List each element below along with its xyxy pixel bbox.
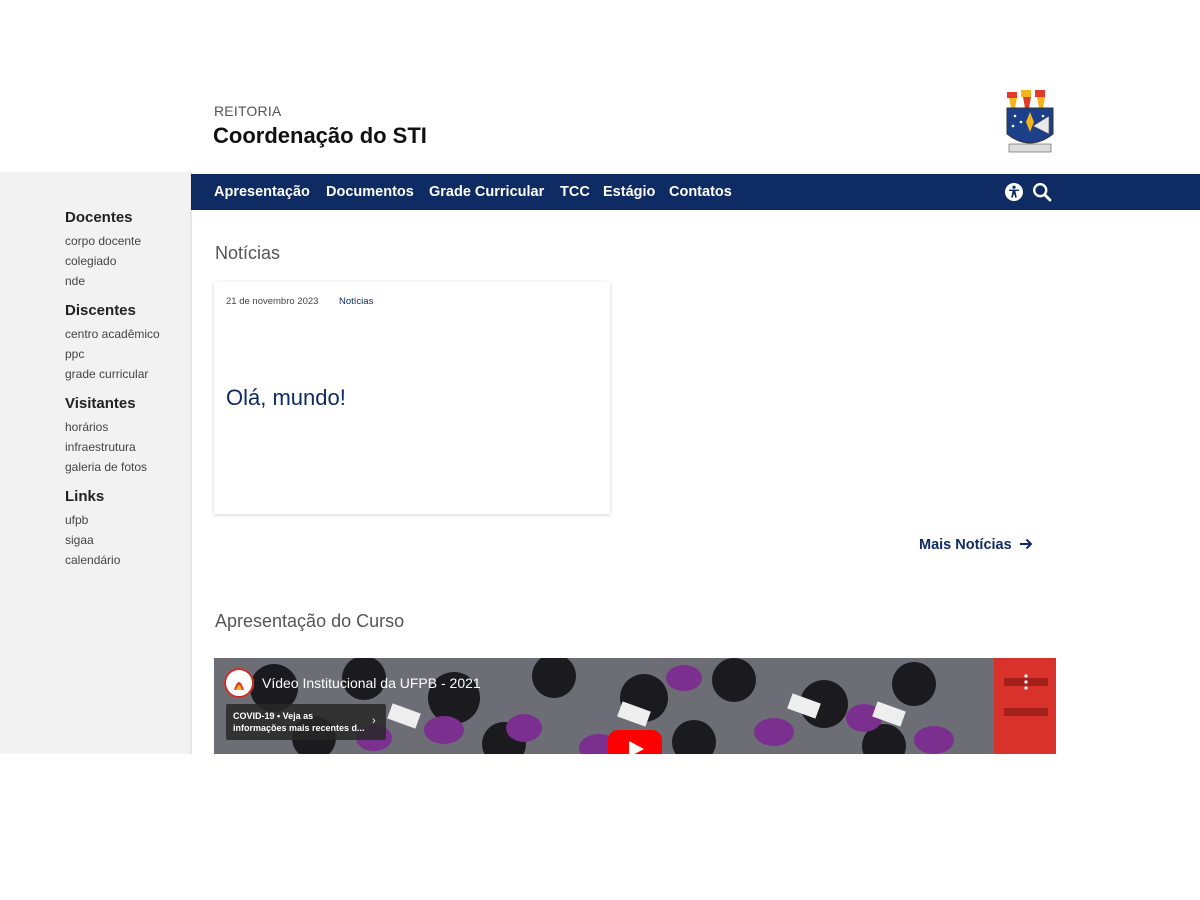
sidebar-link-calendario[interactable]: calendário	[65, 550, 120, 570]
covid-info-text: COVID-19 • Veja as informações mais rece…	[233, 710, 368, 734]
news-date: 21 de novembro 2023	[226, 296, 319, 307]
search-icon[interactable]	[1032, 182, 1052, 202]
sidebar-group-links: Links ufpb sigaa calendário	[65, 488, 120, 570]
news-section-title: Notícias	[215, 243, 281, 263]
sidebar-link-infraestrutura[interactable]: infraestrutura	[65, 437, 147, 457]
sidebar-link-nde[interactable]: nde	[65, 271, 141, 291]
ufpb-crest-icon[interactable]	[1003, 86, 1057, 158]
covid-info-panel[interactable]: COVID-19 • Veja as informações mais rece…	[226, 704, 386, 740]
sidebar-link-ppc[interactable]: ppc	[65, 344, 160, 364]
more-vertical-icon[interactable]	[1020, 673, 1032, 691]
news-card[interactable]: 21 de novembro 2023 Notícias Olá, mundo!	[214, 282, 610, 514]
chevron-right-icon: ›	[372, 715, 376, 727]
sidebar-group-visitantes: Visitantes horários infraestrutura galer…	[65, 395, 147, 477]
nav-item-contatos[interactable]: Contatos	[669, 174, 732, 210]
site-header: REITORIA Coordenação do STI	[0, 0, 1200, 172]
video-embed[interactable]: Vídeo Institucional da UFPB - 2021 COVID…	[214, 658, 1056, 754]
more-news-link[interactable]: Mais Notícias	[919, 537, 1033, 555]
main-navbar: Apresentação Documentos Grade Curricular…	[191, 174, 1200, 210]
sidebar-heading: Discentes	[65, 302, 136, 319]
sidebar: Docentes corpo docente colegiado nde Dis…	[0, 172, 192, 754]
covid-info-line2: informações mais recentes d...	[233, 723, 365, 733]
arrow-right-icon	[1019, 537, 1033, 555]
play-icon[interactable]	[608, 730, 662, 754]
sidebar-link-horarios[interactable]: horários	[65, 417, 147, 437]
covid-info-line1: COVID-19 • Veja as	[233, 711, 314, 721]
sidebar-heading: Visitantes	[65, 395, 136, 412]
news-title[interactable]: Olá, mundo!	[226, 385, 346, 411]
sidebar-link-colegiado[interactable]: colegiado	[65, 251, 141, 271]
sidebar-group-docentes: Docentes corpo docente colegiado nde	[65, 209, 141, 291]
accessibility-icon[interactable]	[1004, 182, 1024, 202]
sidebar-link-ufpb[interactable]: ufpb	[65, 510, 120, 530]
sidebar-link-sigaa[interactable]: sigaa	[65, 530, 120, 550]
sidebar-heading: Docentes	[65, 209, 133, 226]
video-title[interactable]: Vídeo Institucional da UFPB - 2021	[262, 675, 481, 691]
nav-item-tcc[interactable]: TCC	[560, 174, 590, 210]
sidebar-group-discentes: Discentes centro acadêmico ppc grade cur…	[65, 302, 160, 384]
nav-item-documentos[interactable]: Documentos	[326, 174, 414, 210]
course-section-title: Apresentação do Curso	[215, 611, 405, 631]
sidebar-heading: Links	[65, 488, 105, 505]
nav-item-apresentacao[interactable]: Apresentação	[214, 174, 310, 210]
sidebar-link-centro-academico[interactable]: centro acadêmico	[65, 324, 160, 344]
nav-item-estagio[interactable]: Estágio	[603, 174, 655, 210]
sidebar-link-grade-curricular[interactable]: grade curricular	[65, 364, 160, 384]
channel-avatar[interactable]	[224, 668, 254, 698]
news-category-link[interactable]: Notícias	[339, 296, 373, 307]
more-news-label: Mais Notícias	[919, 537, 1012, 553]
sidebar-link-corpo-docente[interactable]: corpo docente	[65, 231, 141, 251]
sidebar-link-galeria-de-fotos[interactable]: galeria de fotos	[65, 457, 147, 477]
nav-item-grade-curricular[interactable]: Grade Curricular	[429, 174, 544, 210]
org-label: REITORIA	[214, 103, 282, 119]
site-title[interactable]: Coordenação do STI	[213, 123, 427, 149]
